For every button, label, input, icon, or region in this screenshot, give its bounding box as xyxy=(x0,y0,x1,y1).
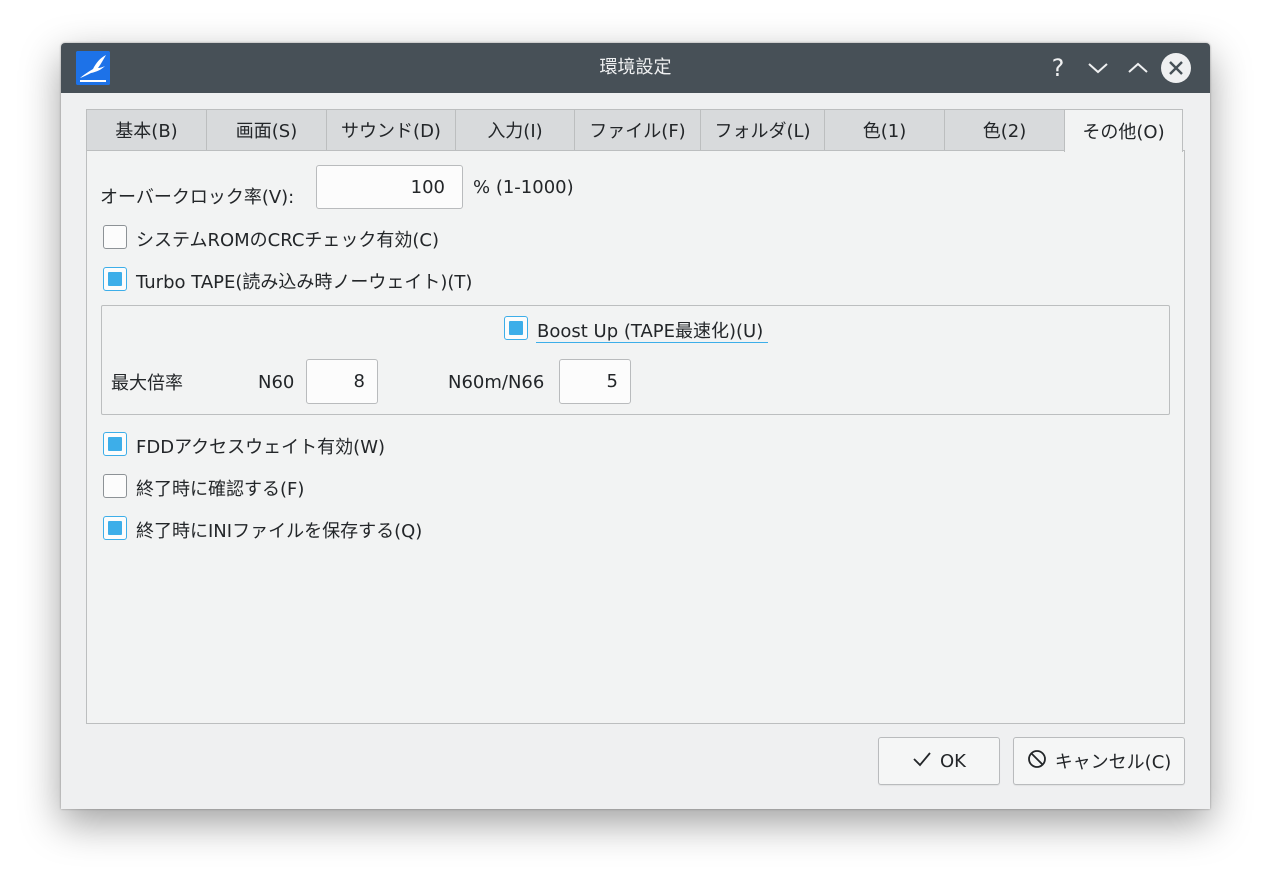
chevron-up-icon[interactable] xyxy=(1123,53,1153,83)
close-icon[interactable] xyxy=(1161,53,1191,83)
rom-crc-label[interactable]: システムROMのCRCチェック有効(C) xyxy=(136,226,439,252)
tab-other[interactable]: その他(O) xyxy=(1064,109,1183,152)
n60-input[interactable]: 8 xyxy=(306,359,378,404)
help-glyph: ? xyxy=(1051,54,1065,82)
tab-folder[interactable]: フォルダ(L) xyxy=(700,109,825,150)
confirm-exit-label[interactable]: 終了時に確認する(F) xyxy=(136,475,304,501)
max-rate-label: 最大倍率 xyxy=(111,373,183,394)
tab-label: 入力(I) xyxy=(487,121,543,142)
overclock-value: 100 xyxy=(410,176,445,198)
boost-label[interactable]: Boost Up (TAPE最速化)(U) xyxy=(537,317,763,343)
tab-input[interactable]: 入力(I) xyxy=(455,109,575,150)
turbo-tape-checkbox[interactable] xyxy=(103,267,127,291)
tab-label: 色(2) xyxy=(982,121,1027,142)
tab-panel-other: オーバークロック率(V): 100 % (1-1000) システムROMのCRC… xyxy=(86,150,1185,724)
n60-label: N60 xyxy=(258,371,295,393)
focus-indicator xyxy=(536,342,768,343)
tab-label: 画面(S) xyxy=(235,121,298,142)
fdd-wait-label[interactable]: FDDアクセスウェイト有効(W) xyxy=(136,433,385,459)
window-title: 環境設定 xyxy=(599,57,672,78)
boost-group: Boost Up (TAPE最速化)(U) 最大倍率 N60 8 N60m/N6… xyxy=(101,305,1170,415)
cancel-button[interactable]: キャンセル(C) xyxy=(1013,737,1185,785)
save-ini-label[interactable]: 終了時にINIファイルを保存する(Q) xyxy=(136,517,422,543)
title-bar[interactable]: 環境設定 ? xyxy=(61,43,1210,93)
confirm-exit-checkbox[interactable] xyxy=(103,474,127,498)
tab-file[interactable]: ファイル(F) xyxy=(574,109,701,150)
cancel-label: キャンセル(C) xyxy=(1054,752,1172,773)
cancel-icon xyxy=(1027,749,1047,774)
checkmark-icon xyxy=(912,751,932,772)
tab-basic[interactable]: 基本(B) xyxy=(86,109,207,150)
tab-label: サウンド(D) xyxy=(341,121,441,142)
ok-label: OK xyxy=(940,750,966,772)
tab-label: ファイル(F) xyxy=(589,121,686,142)
tab-label: フォルダ(L) xyxy=(714,121,811,142)
fdd-wait-checkbox[interactable] xyxy=(103,432,127,456)
help-icon[interactable]: ? xyxy=(1043,53,1073,83)
tab-screen[interactable]: 画面(S) xyxy=(206,109,327,150)
rom-crc-checkbox[interactable] xyxy=(103,225,127,249)
ok-button[interactable]: OK xyxy=(878,737,1000,785)
turbo-tape-label[interactable]: Turbo TAPE(読み込み時ノーウェイト)(T) xyxy=(136,268,472,294)
n60m-label: N60m/N66 xyxy=(448,371,545,393)
settings-dialog: 環境設定 ? 基本(B) 画面(S) サウンド(D) 入力(I) ファイル(F)… xyxy=(61,43,1210,809)
chevron-down-icon[interactable] xyxy=(1083,53,1113,83)
tab-bar: 基本(B) 画面(S) サウンド(D) 入力(I) ファイル(F) フォルダ(L… xyxy=(86,109,1184,152)
n60m-value: 5 xyxy=(606,371,618,392)
tab-label: 基本(B) xyxy=(115,121,178,142)
save-ini-checkbox[interactable] xyxy=(103,516,127,540)
tab-label: 色(1) xyxy=(862,121,907,142)
tab-color-2[interactable]: 色(2) xyxy=(944,109,1065,150)
boost-checkbox[interactable] xyxy=(504,316,528,340)
tab-label: その他(O) xyxy=(1082,122,1165,143)
tab-color-1[interactable]: 色(1) xyxy=(824,109,945,150)
tab-sound[interactable]: サウンド(D) xyxy=(326,109,456,150)
n60m-input[interactable]: 5 xyxy=(559,359,631,404)
overclock-range: % (1-1000) xyxy=(473,176,574,198)
overclock-label: オーバークロック率(V): xyxy=(100,187,295,208)
overclock-input[interactable]: 100 xyxy=(316,165,463,209)
n60-value: 8 xyxy=(353,371,365,392)
